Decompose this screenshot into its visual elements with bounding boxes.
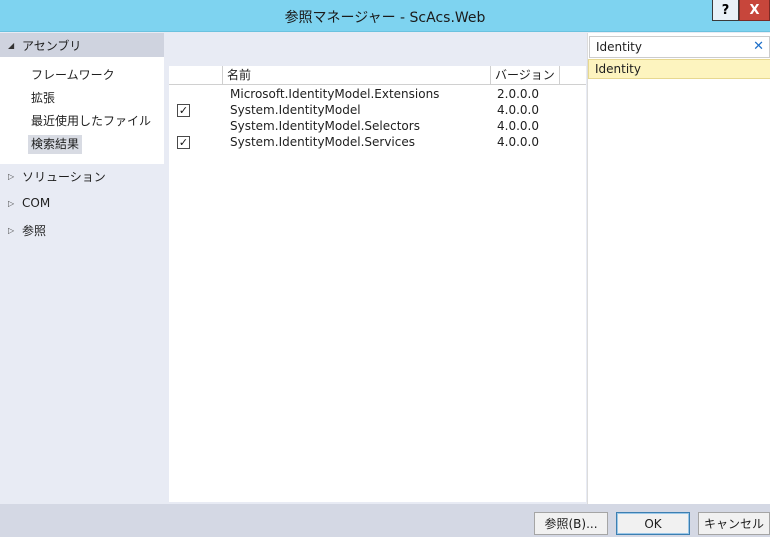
row-version: 4.0.0.0 bbox=[497, 119, 539, 133]
sidebar-group-solution[interactable]: ▷ ソリューション bbox=[0, 165, 164, 187]
row-name: System.IdentityModel.Selectors bbox=[230, 119, 420, 133]
table-row[interactable]: System.IdentityModel.Selectors 4.0.0.0 bbox=[169, 118, 586, 134]
sidebar-item-framework[interactable]: フレームワーク bbox=[28, 66, 118, 85]
row-name: System.IdentityModel.Services bbox=[230, 135, 415, 149]
sidebar-group-label: COM bbox=[22, 196, 51, 210]
search-suggestion[interactable]: Identity bbox=[588, 59, 770, 79]
sidebar-item-recent[interactable]: 最近使用したファイル bbox=[28, 112, 154, 131]
header-check-column[interactable] bbox=[169, 66, 223, 85]
row-name: System.IdentityModel bbox=[230, 103, 361, 117]
table-row[interactable]: ✓ System.IdentityModel 4.0.0.0 bbox=[169, 102, 586, 118]
row-version: 2.0.0.0 bbox=[497, 87, 539, 101]
browse-button[interactable]: 参照(B)... bbox=[534, 512, 608, 535]
sidebar-item-search-results[interactable]: 検索結果 bbox=[28, 135, 83, 154]
section-assemblies[interactable]: ◢ アセンブリ bbox=[0, 33, 164, 57]
row-checkbox[interactable]: ✓ bbox=[177, 104, 190, 117]
list-header: 名前 バージョン bbox=[169, 66, 586, 85]
window-title: 参照マネージャー - ScAcs.Web bbox=[284, 10, 486, 26]
clear-icon[interactable]: ✕ bbox=[753, 37, 764, 57]
ok-button[interactable]: OK bbox=[616, 512, 690, 535]
search-value: Identity bbox=[596, 40, 642, 54]
row-checkbox[interactable]: ✓ bbox=[177, 136, 190, 149]
row-name: Microsoft.IdentityModel.Extensions bbox=[230, 87, 440, 101]
header-name[interactable]: 名前 bbox=[223, 66, 491, 85]
cancel-button[interactable]: キャンセル bbox=[698, 512, 770, 535]
button-bar: 参照(B)... OK キャンセル bbox=[0, 504, 770, 537]
details-pane: Identity ✕ Identity bbox=[587, 33, 770, 504]
table-row[interactable]: Microsoft.IdentityModel.Extensions 2.0.0… bbox=[169, 86, 586, 102]
header-version[interactable]: バージョン bbox=[491, 66, 560, 85]
collapsed-triangle-icon: ▷ bbox=[8, 225, 15, 235]
row-version: 4.0.0.0 bbox=[497, 135, 539, 149]
sidebar-group-browse[interactable]: ▷ 参照 bbox=[0, 219, 164, 241]
sidebar-group-com[interactable]: ▷ COM bbox=[0, 192, 164, 214]
reference-list: 名前 バージョン Microsoft.IdentityModel.Extensi… bbox=[169, 66, 586, 502]
table-row[interactable]: ✓ System.IdentityModel.Services 4.0.0.0 bbox=[169, 134, 586, 150]
section-assemblies-label: アセンブリ bbox=[22, 38, 82, 53]
sidebar: ◢ アセンブリ フレームワーク 拡張 最近使用したファイル 検索結果 ▷ ソリュ… bbox=[0, 33, 164, 504]
expanded-triangle-icon: ◢ bbox=[8, 40, 15, 50]
search-input[interactable]: Identity ✕ bbox=[589, 36, 770, 58]
row-version: 4.0.0.0 bbox=[497, 103, 539, 117]
help-button[interactable]: ? bbox=[712, 0, 739, 21]
collapsed-triangle-icon: ▷ bbox=[8, 198, 15, 208]
sidebar-group-label: 参照 bbox=[22, 223, 47, 238]
assemblies-panel: フレームワーク 拡張 最近使用したファイル 検索結果 bbox=[0, 57, 164, 164]
sidebar-item-extensions[interactable]: 拡張 bbox=[28, 89, 58, 108]
collapsed-triangle-icon: ▷ bbox=[8, 171, 15, 181]
close-button[interactable]: X bbox=[739, 0, 770, 21]
sidebar-group-label: ソリューション bbox=[22, 169, 106, 184]
title-bar: 参照マネージャー - ScAcs.Web ? X bbox=[0, 0, 770, 32]
